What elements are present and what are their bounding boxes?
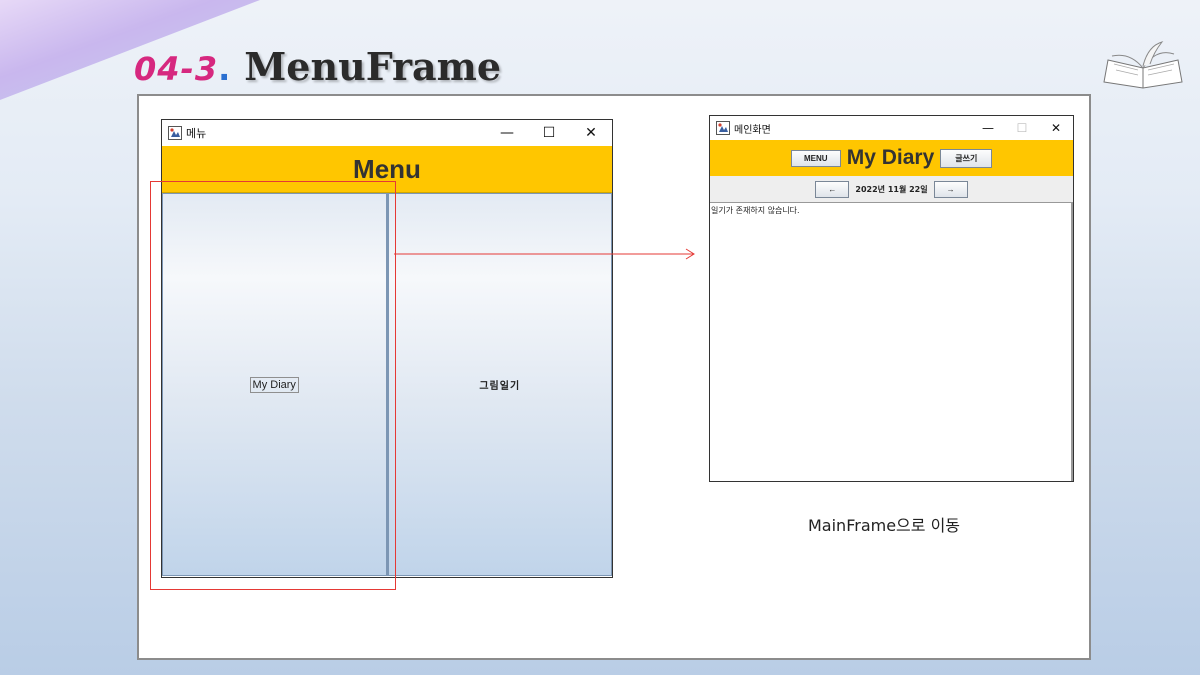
maximize-button[interactable]: ☐ [1005,116,1039,140]
highlight-box [150,181,396,590]
minimize-button[interactable]: — [486,120,528,146]
write-button[interactable]: 글쓰기 [940,148,993,168]
close-button[interactable]: ✕ [1039,116,1073,140]
menu-window-title: 메뉴 [186,127,207,140]
empty-message: 일기가 존재하지 않습니다. [711,206,800,215]
main-window-titlebar[interactable]: 메인화면 — ☐ ✕ [710,116,1073,140]
book-icon [1103,41,1183,89]
menu-window-titlebar[interactable]: 메뉴 — ☐ ✕ [162,120,612,146]
slide-number-dot: . [218,50,231,88]
arrow-right-icon [394,248,695,260]
next-date-button[interactable]: → [933,180,968,198]
current-date: 2022년 11월 22일 [855,184,928,194]
main-window: 메인화면 — ☐ ✕ MENU My Diary 글쓰기 ← 2022년 11월… [709,115,1074,482]
java-app-icon [168,126,182,140]
menu-button[interactable]: MENU [790,149,841,167]
diary-content-area[interactable]: 일기가 존재하지 않습니다. [710,202,1073,481]
maximize-button[interactable]: ☐ [528,120,570,146]
prev-date-button[interactable]: ← [815,180,850,198]
caption: MainFrame으로 이동 [808,516,961,535]
close-button[interactable]: ✕ [570,120,612,146]
main-window-title: 메인화면 [734,124,771,136]
slide-heading: MenuFrame [244,44,502,89]
minimize-button[interactable]: — [971,116,1005,140]
slide-title: 04-3 . MenuFrame [134,44,501,94]
main-header: MENU My Diary 글쓰기 [710,140,1073,176]
java-app-icon [716,121,730,135]
picture-diary-button[interactable]: 그림일기 [479,377,520,392]
date-bar: ← 2022년 11월 22일 → [710,176,1073,202]
slide-number: 04-3 [134,50,219,88]
main-header-title: My Diary [846,146,935,169]
